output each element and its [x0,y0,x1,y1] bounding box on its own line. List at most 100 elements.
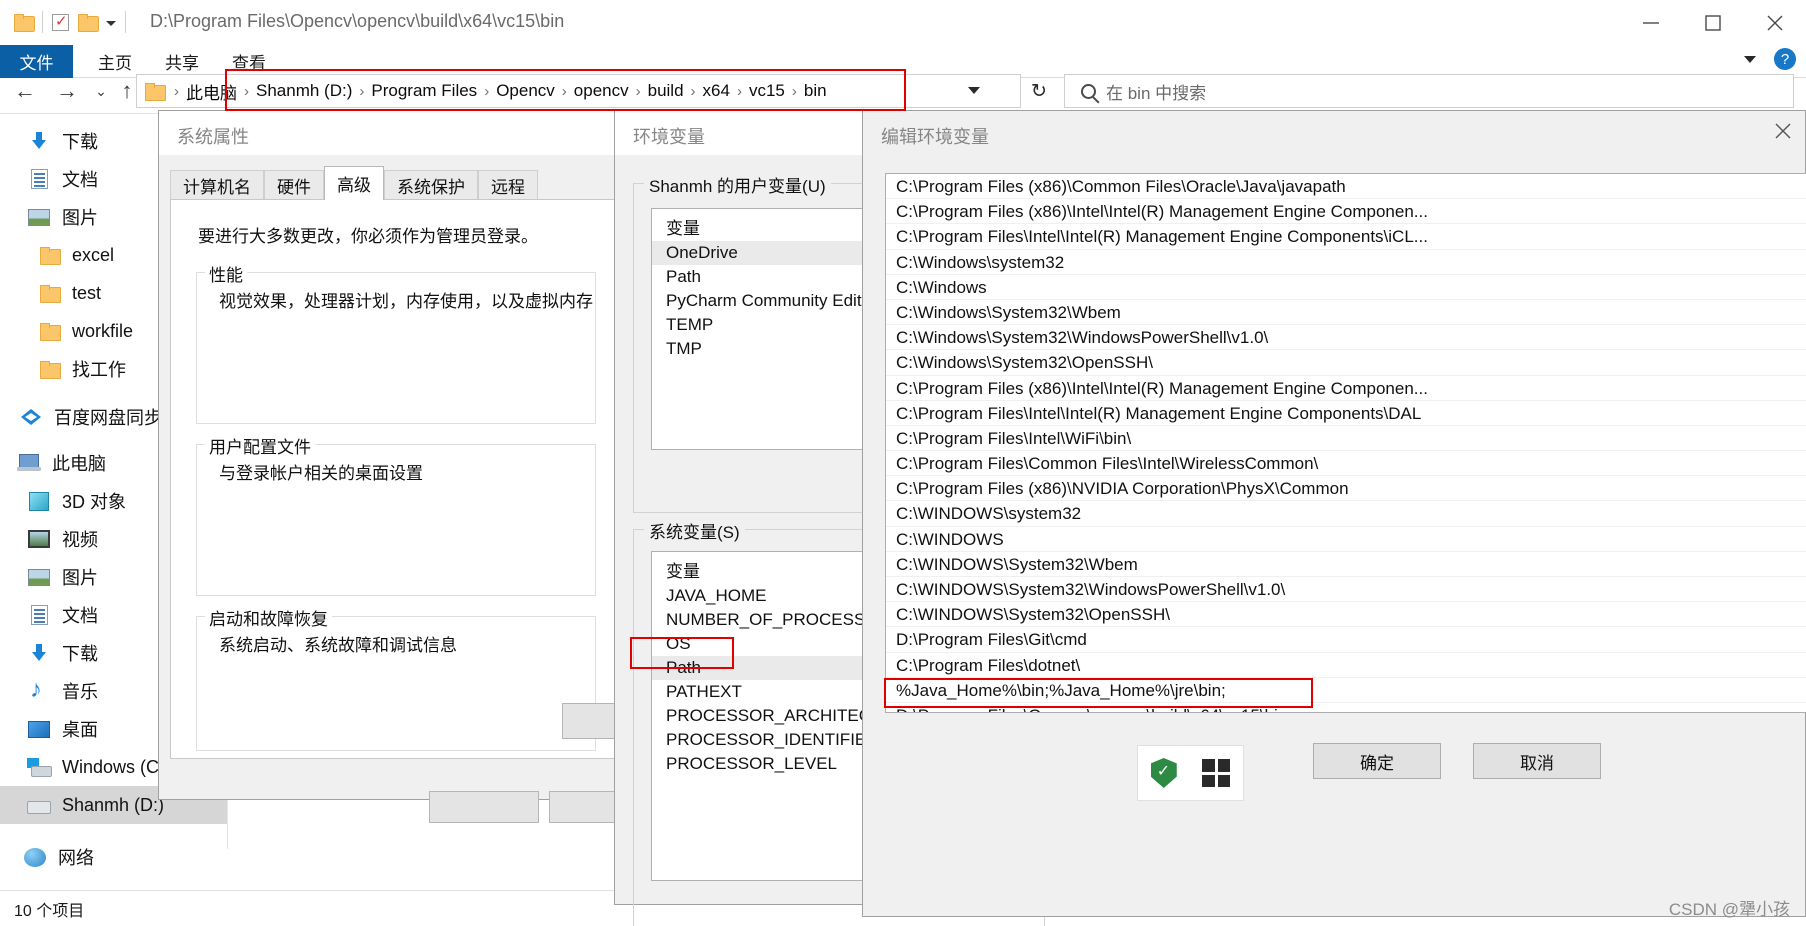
breadcrumb-item-7[interactable]: vc15 [746,81,788,101]
3d-objects-icon [26,490,52,512]
download-icon [26,130,52,152]
folder-icon [14,14,35,32]
breadcrumb-separator: › [791,82,797,100]
address-bar[interactable]: › 此电脑 › Shanmh (D:) › Program Files › Op… [136,74,1021,108]
path-entry-row[interactable]: C:\Program Files\Intel\WiFi\bin\ [886,426,1806,452]
tab-system-protection[interactable]: 系统保护 [384,170,478,200]
sidebar-item-label: 下载 [62,644,98,664]
ribbon-right-controls: ? [1744,48,1796,70]
folder-icon [36,282,62,304]
user-variables-label: Shanmh 的用户变量(U) [644,172,831,197]
breadcrumb-separator: › [690,82,696,100]
path-entry-row[interactable]: D:\Program Files\Git\cmd [886,627,1806,653]
download-icon [26,642,52,664]
sidebar-item-label: 此电脑 [52,454,106,474]
chevron-down-icon[interactable] [106,21,116,26]
chevron-down-icon[interactable] [1744,55,1756,63]
videos-icon [26,528,52,550]
path-entry-row[interactable]: C:\Program Files (x86)\Common Files\Orac… [886,174,1806,200]
new-folder-icon[interactable] [78,14,99,32]
tray-popup [1137,745,1244,801]
dialog-title: 编辑环境变量 [863,111,1805,155]
user-profiles-group: 用户配置文件 与登录帐户相关的桌面设置 [196,433,596,596]
system-variables-label: 系统变量(S) [644,518,745,543]
breadcrumb-item-0[interactable]: 此电脑 [183,79,240,104]
path-entries-list[interactable]: C:\Program Files (x86)\Common Files\Orac… [885,173,1806,713]
path-entry-row[interactable]: C:\WINDOWS\System32\WindowsPowerShell\v1… [886,577,1806,603]
close-icon[interactable] [1761,111,1805,151]
path-entry-row[interactable]: C:\WINDOWS\System32\Wbem [886,552,1806,577]
performance-group-label: 性能 [205,261,247,286]
ok-button[interactable]: 确定 [1313,743,1441,779]
path-entry-row[interactable]: C:\Windows\System32\WindowsPowerShell\v1… [886,325,1806,351]
security-shield-icon[interactable] [1150,758,1177,788]
sidebar-item-label: 图片 [62,208,98,228]
path-entry-row[interactable]: C:\Windows\system32 [886,250,1806,275]
breadcrumb-separator: › [244,82,249,100]
path-entry-row[interactable]: C:\Program Files (x86)\NVIDIA Corporatio… [886,476,1806,502]
breadcrumb-item-2[interactable]: Program Files [368,81,480,101]
pictures-icon [26,566,52,588]
path-entry-row[interactable]: D:\Program Files\Opencv\opencv\build\x64… [886,703,1806,712]
tab-hardware[interactable]: 硬件 [264,170,324,200]
path-entry-row[interactable]: C:\Program Files\Intel\Intel(R) Manageme… [886,224,1806,250]
cancel-button[interactable]: 取消 [1473,743,1601,779]
tab-advanced[interactable]: 高级 [324,166,384,200]
breadcrumb-separator: › [484,82,490,100]
documents-icon [26,604,52,626]
divider [42,11,43,33]
this-pc-icon [16,452,42,474]
path-entry-row[interactable]: C:\Program Files\dotnet\ [886,653,1806,678]
path-entry-row[interactable]: C:\Windows\System32\Wbem [886,300,1806,326]
minimize-icon[interactable] [1620,0,1682,45]
search-input[interactable]: 在 bin 中搜索 [1106,79,1206,104]
path-entry-row[interactable]: C:\Windows [886,275,1806,300]
breadcrumb-item-1[interactable]: Shanmh (D:) [253,81,355,101]
path-entry-row[interactable]: C:\WINDOWS [886,527,1806,552]
windows-start-icon[interactable] [1202,759,1231,787]
forward-button[interactable]: → [52,70,82,112]
help-icon[interactable]: ? [1774,48,1796,70]
sidebar-item-label: test [72,282,102,303]
refresh-button[interactable]: ↻ [1026,78,1052,104]
maximize-icon[interactable] [1682,0,1744,45]
path-entry-row[interactable]: C:\WINDOWS\System32\OpenSSH\ [886,602,1806,628]
breadcrumb-item-8[interactable]: bin [801,81,830,101]
tab-computer-name[interactable]: 计算机名 [170,170,264,200]
folder-icon [145,83,166,101]
path-entry-row[interactable]: C:\Program Files\Common Files\Intel\Wire… [886,451,1806,477]
desktop-icon [26,718,52,740]
path-entry-row[interactable]: %Java_Home%\bin;%Java_Home%\jre\bin; [886,678,1806,703]
path-entry-row[interactable]: C:\Program Files (x86)\Intel\Intel(R) Ma… [886,376,1806,401]
sidebar-item-label: 图片 [62,568,98,588]
path-entry-row[interactable]: C:\Program Files (x86)\Intel\Intel(R) Ma… [886,199,1806,225]
watermark: CSDN @犟小孩 [1668,900,1790,919]
address-dropdown-icon[interactable] [968,87,980,94]
ok-button[interactable] [429,791,539,823]
breadcrumb-separator: › [561,82,567,100]
sidebar-item-18[interactable]: 网络 [0,838,227,876]
search-box[interactable]: 在 bin 中搜索 [1064,74,1794,108]
close-icon[interactable] [1744,0,1806,45]
title-bar: D:\Program Files\Opencv\opencv\build\x64… [0,0,1806,45]
system-properties-tabs: 计算机名 硬件 高级 系统保护 远程 [170,166,538,200]
breadcrumb-item-6[interactable]: x64 [700,81,733,101]
properties-checkbox-icon[interactable] [52,12,69,31]
breadcrumb-item-3[interactable]: Opencv [493,81,558,101]
path-entry-row[interactable]: C:\Windows\System32\OpenSSH\ [886,350,1806,376]
address-bar-row: ← → ⌄ ↑ › 此电脑 › Shanmh (D:) › Program Fi… [0,70,1806,112]
path-entry-row[interactable]: C:\WINDOWS\system32 [886,501,1806,527]
sidebar-item-label: 音乐 [62,682,98,702]
environment-variables-button[interactable] [562,703,618,739]
back-button[interactable]: ← [10,70,40,112]
sidebar-item-label: 文档 [62,170,98,190]
window-title: D:\Program Files\Opencv\opencv\build\x64… [150,11,565,31]
path-entry-row[interactable]: C:\Program Files\Intel\Intel(R) Manageme… [886,401,1806,426]
breadcrumb-item-4[interactable]: opencv [571,81,632,101]
folder-icon [36,358,62,380]
sidebar-item-label: Shanmh (D:) [62,794,165,815]
user-profiles-group-label: 用户配置文件 [205,433,315,458]
tab-remote[interactable]: 远程 [478,170,538,200]
startup-recovery-group: 启动和故障恢复 系统启动、系统故障和调试信息 [196,605,596,751]
breadcrumb-item-5[interactable]: build [645,81,687,101]
